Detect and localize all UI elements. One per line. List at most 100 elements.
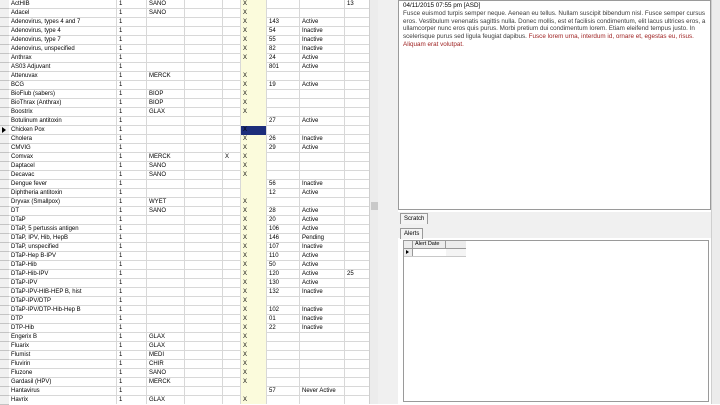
cell-status[interactable]: Active (300, 54, 345, 63)
cell-c[interactable] (223, 126, 241, 135)
cell-status[interactable]: Active (300, 207, 345, 216)
cell-e[interactable] (345, 297, 369, 306)
row-selector[interactable] (0, 45, 9, 54)
cell-x[interactable]: X (241, 243, 267, 252)
cell-a[interactable] (147, 270, 185, 279)
table-row[interactable]: Botulinum antitoxin 1 27 Active (9, 117, 369, 126)
cell-x[interactable]: X (241, 279, 267, 288)
cell-num[interactable]: 1 (117, 351, 147, 360)
cell-c[interactable] (223, 234, 241, 243)
cell-d[interactable]: 19 (267, 81, 300, 90)
cell-num[interactable]: 1 (117, 45, 147, 54)
cell-c[interactable] (223, 387, 241, 396)
cell-a[interactable] (147, 54, 185, 63)
cell-e[interactable]: 25 (345, 270, 369, 279)
table-row[interactable]: DT 1 SANO X 28 Active (9, 207, 369, 216)
cell-x[interactable]: X (241, 396, 267, 404)
cell-name[interactable]: DTaP, 5 pertussis antigen (9, 225, 117, 234)
cell-d[interactable]: 50 (267, 261, 300, 270)
cell-c[interactable] (223, 261, 241, 270)
cell-e[interactable] (345, 387, 369, 396)
right-vertical-scrollbar[interactable] (711, 0, 720, 404)
cell-b[interactable] (185, 99, 223, 108)
row-selector[interactable] (0, 18, 9, 27)
cell-d[interactable] (267, 396, 300, 404)
cell-d[interactable]: 54 (267, 27, 300, 36)
cell-x[interactable]: X (241, 333, 267, 342)
cell-num[interactable]: 1 (117, 216, 147, 225)
cell-x[interactable] (241, 387, 267, 396)
cell-status[interactable] (300, 0, 345, 9)
cell-d[interactable] (267, 369, 300, 378)
cell-d[interactable]: 01 (267, 315, 300, 324)
cell-e[interactable] (345, 360, 369, 369)
table-row[interactable]: Decavac 1 SANO X (9, 171, 369, 180)
cell-e[interactable] (345, 315, 369, 324)
cell-x[interactable]: X (241, 108, 267, 117)
cell-a[interactable] (147, 63, 185, 72)
cell-x[interactable]: X (241, 0, 267, 9)
table-row[interactable]: DTP-Hib 1 X 22 Inactive (9, 324, 369, 333)
cell-e[interactable] (345, 234, 369, 243)
cell-d[interactable] (267, 99, 300, 108)
cell-b[interactable] (185, 369, 223, 378)
cell-x[interactable]: X (241, 135, 267, 144)
cell-status[interactable]: Inactive (300, 324, 345, 333)
cell-num[interactable]: 1 (117, 288, 147, 297)
cell-num[interactable]: 1 (117, 72, 147, 81)
row-selector[interactable] (0, 0, 9, 9)
cell-name[interactable]: Adenovirus, type 4 (9, 27, 117, 36)
cell-c[interactable] (223, 333, 241, 342)
cell-status[interactable]: Active (300, 225, 345, 234)
cell-e[interactable] (345, 243, 369, 252)
cell-x[interactable]: X (241, 351, 267, 360)
cell-e[interactable] (345, 351, 369, 360)
cell-a[interactable] (147, 252, 185, 261)
cell-e[interactable] (345, 189, 369, 198)
cell-b[interactable] (185, 126, 223, 135)
cell-e[interactable] (345, 126, 369, 135)
table-row[interactable]: DTP 1 X 01 Inactive (9, 315, 369, 324)
cell-x[interactable]: X (241, 144, 267, 153)
cell-name[interactable]: DTaP-Hib-IPV (9, 270, 117, 279)
cell-d[interactable]: 24 (267, 54, 300, 63)
cell-status[interactable]: Inactive (300, 243, 345, 252)
cell-name[interactable]: DTaP-IPV-HIB-HEP B, hist (9, 288, 117, 297)
table-row[interactable]: Dengue fever 1 56 Inactive (9, 180, 369, 189)
cell-e[interactable] (345, 225, 369, 234)
cell-c[interactable] (223, 189, 241, 198)
cell-e[interactable] (345, 252, 369, 261)
table-row[interactable]: Chicken Pox 1 X (9, 126, 369, 135)
cell-name[interactable]: Botulinum antitoxin (9, 117, 117, 126)
cell-b[interactable] (185, 18, 223, 27)
cell-a[interactable]: SANO (147, 9, 185, 18)
cell-a[interactable] (147, 117, 185, 126)
cell-name[interactable]: Attenuvax (9, 72, 117, 81)
cell-c[interactable] (223, 225, 241, 234)
cell-status[interactable] (300, 99, 345, 108)
cell-b[interactable] (185, 162, 223, 171)
cell-name[interactable]: Fluvirin (9, 360, 117, 369)
cell-b[interactable] (185, 324, 223, 333)
cell-e[interactable] (345, 333, 369, 342)
cell-b[interactable] (185, 261, 223, 270)
alerts-new-row[interactable] (404, 249, 466, 257)
row-selector[interactable] (0, 288, 9, 297)
cell-num[interactable]: 1 (117, 171, 147, 180)
table-row[interactable]: DTaP 1 X 20 Active (9, 216, 369, 225)
cell-c[interactable] (223, 297, 241, 306)
row-selector[interactable] (0, 135, 9, 144)
cell-name[interactable]: AS03 Adjuvant (9, 63, 117, 72)
cell-d[interactable]: 82 (267, 45, 300, 54)
cell-status[interactable] (300, 162, 345, 171)
table-row[interactable]: DTaP-IPV 1 X 130 Active (9, 279, 369, 288)
cell-d[interactable]: 20 (267, 216, 300, 225)
cell-num[interactable]: 1 (117, 126, 147, 135)
cell-d[interactable] (267, 333, 300, 342)
cell-a[interactable] (147, 126, 185, 135)
cell-num[interactable]: 1 (117, 333, 147, 342)
table-row[interactable]: Dryvax (Smallpox) 1 WYET X (9, 198, 369, 207)
cell-e[interactable] (345, 369, 369, 378)
cell-a[interactable]: SANO (147, 171, 185, 180)
table-row[interactable]: Adenovirus, types 4 and 7 1 X 143 Active (9, 18, 369, 27)
